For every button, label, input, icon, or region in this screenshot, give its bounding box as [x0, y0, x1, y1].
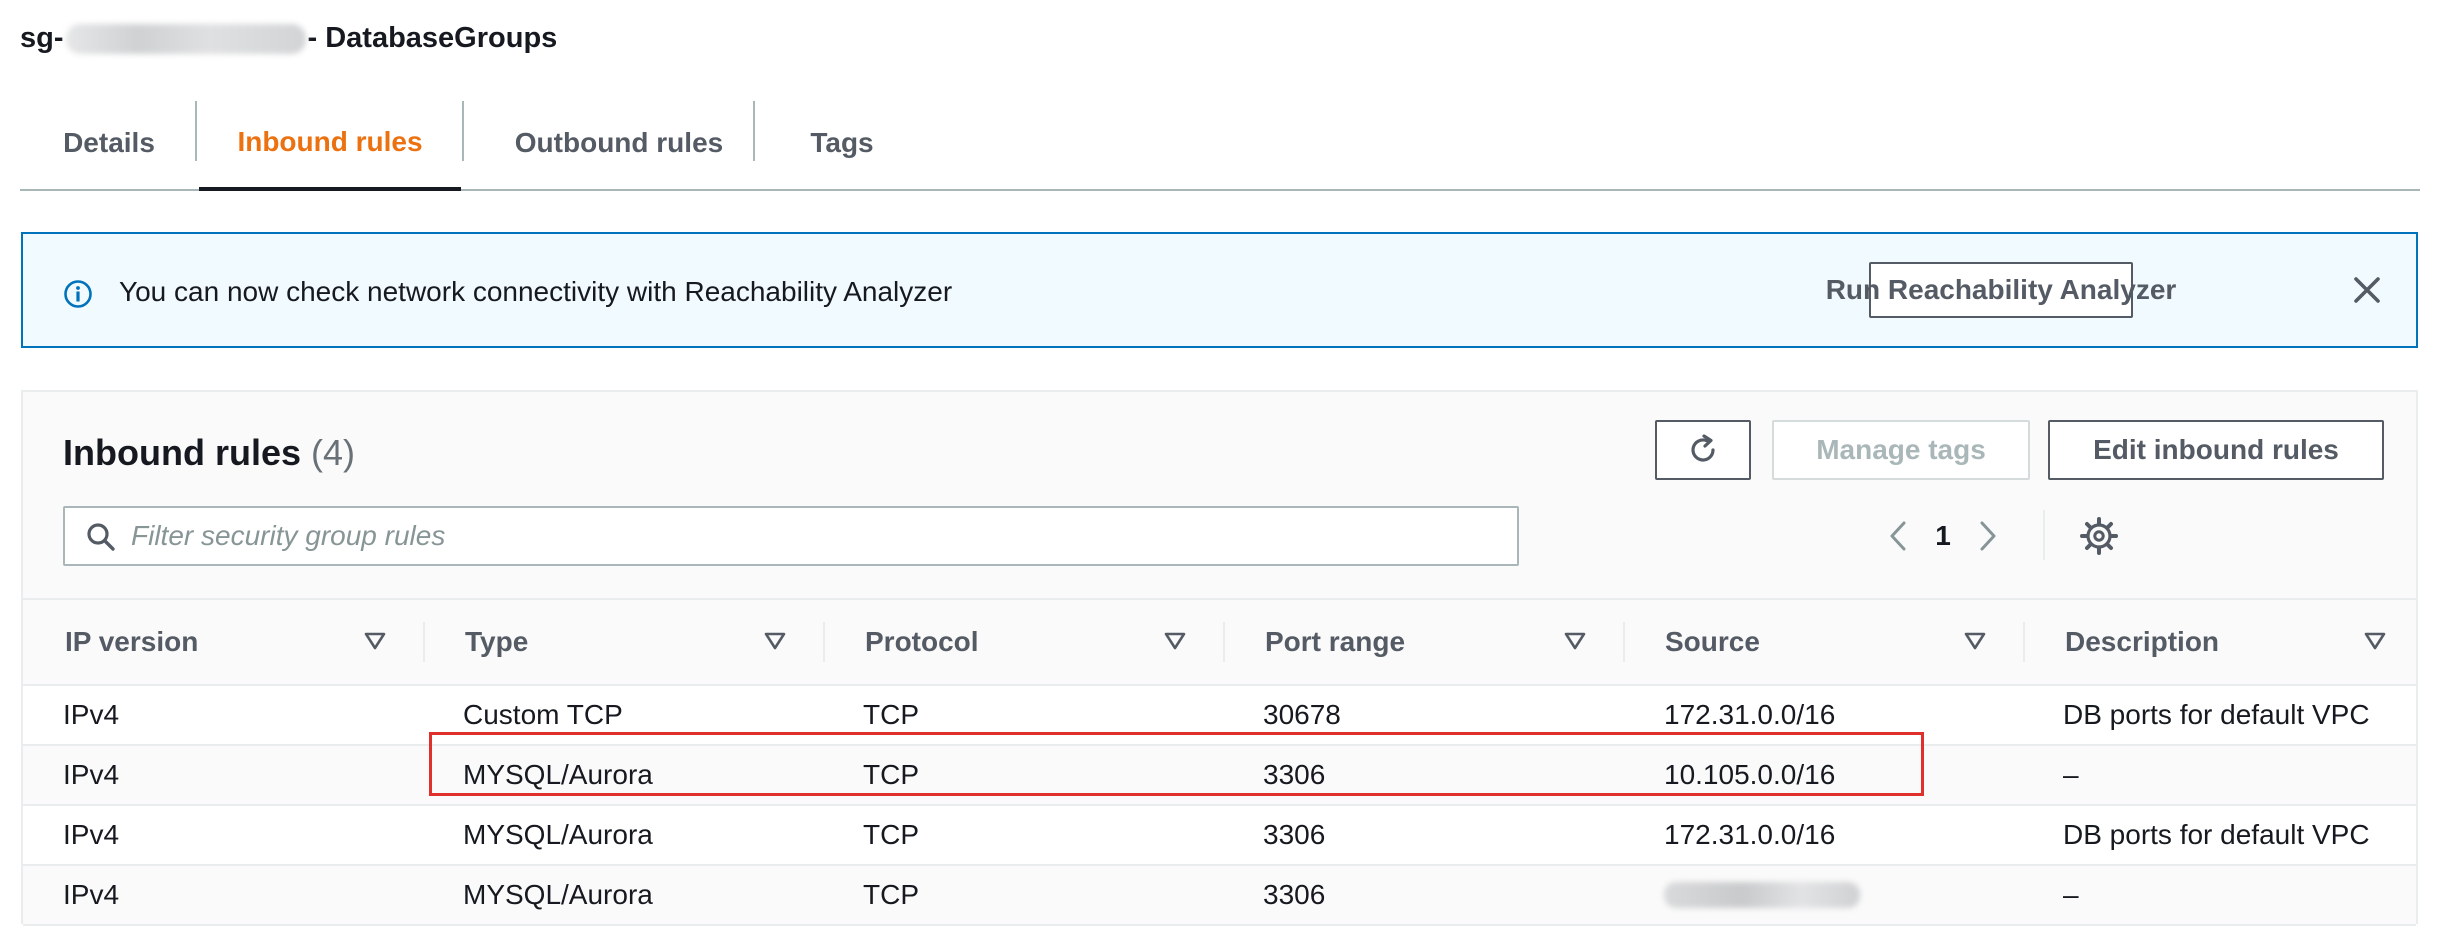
cell-description: –: [2063, 879, 2079, 910]
cell-ip-version: IPv4: [63, 819, 120, 850]
cell-description: –: [2063, 759, 2079, 790]
cell-port-range: 3306: [1263, 879, 1326, 910]
cell-ip-version: IPv4: [63, 879, 120, 910]
column-header-ip-version[interactable]: IP version: [65, 600, 198, 684]
cell-protocol: TCP: [863, 759, 919, 790]
search-icon: [87, 523, 115, 551]
tab-divider: [462, 101, 464, 161]
sort-icon[interactable]: [764, 632, 786, 650]
info-banner: You can now check network connectivity w…: [21, 232, 2418, 348]
tab-outbound-rules[interactable]: Outbound rules: [466, 97, 772, 189]
inbound-rules-table: IP version Type Protocol Port range Sour…: [23, 598, 2416, 926]
refresh-button[interactable]: [1655, 420, 1751, 480]
manage-tags-button[interactable]: Manage tags: [1772, 420, 2030, 480]
close-icon[interactable]: [2349, 272, 2385, 308]
tab-details[interactable]: Details: [20, 97, 198, 189]
sort-icon[interactable]: [2364, 632, 2386, 650]
pager-divider: [2043, 510, 2045, 560]
cell-source: 172.31.0.0/16: [1664, 699, 1836, 730]
tab-divider: [195, 101, 197, 161]
run-reachability-analyzer-button[interactable]: Run Reachability Analyzer: [1826, 262, 2176, 318]
tab-divider: [753, 101, 755, 161]
page-title: sg- - DatabaseGroups: [20, 22, 557, 55]
tab-tags[interactable]: Tags: [757, 97, 927, 189]
column-header-source[interactable]: Source: [1665, 600, 1760, 684]
next-page-icon[interactable]: [1969, 518, 2005, 554]
current-page-number[interactable]: 1: [1908, 520, 1978, 552]
tab-bar: Details Inbound rules Outbound rules Tag…: [20, 97, 2420, 191]
banner-message: You can now check network connectivity w…: [119, 276, 953, 307]
gear-icon[interactable]: [2079, 516, 2119, 556]
cell-source: 10.105.0.0/16: [1664, 759, 1836, 790]
cell-source: 172.31.0.0/16: [1664, 819, 1836, 850]
sort-icon[interactable]: [1964, 632, 1986, 650]
cell-port-range: 3306: [1263, 759, 1326, 790]
cell-port-range: 30678: [1263, 699, 1341, 730]
cell-type: MYSQL/Aurora: [463, 879, 653, 910]
info-icon: [64, 280, 92, 308]
panel-title: Inbound rules (4): [63, 432, 355, 474]
cell-ip-version: IPv4: [63, 759, 120, 790]
column-header-description[interactable]: Description: [2065, 600, 2219, 684]
refresh-icon: [1691, 434, 1715, 462]
cell-protocol: TCP: [863, 879, 919, 910]
cell-source-redacted: [1664, 866, 1860, 924]
cell-ip-version: IPv4: [63, 699, 120, 730]
cell-description: DB ports for default VPC: [2063, 819, 2370, 850]
redacted-group-id: [65, 23, 306, 54]
panel-title-text: Inbound rules: [63, 432, 301, 473]
edit-inbound-rules-button[interactable]: Edit inbound rules: [2048, 420, 2384, 480]
table-row[interactable]: IPv4 Custom TCP TCP 30678 172.31.0.0/16 …: [23, 686, 2416, 746]
column-divider: [1223, 622, 1225, 662]
cell-type: MYSQL/Aurora: [463, 819, 653, 850]
title-suffix: - DatabaseGroups: [307, 22, 558, 54]
column-divider: [423, 622, 425, 662]
column-header-protocol[interactable]: Protocol: [865, 600, 979, 684]
redacted-source: [1664, 882, 1860, 908]
column-header-port-range[interactable]: Port range: [1265, 600, 1405, 684]
filter-box: [63, 506, 1519, 566]
column-divider: [1623, 622, 1625, 662]
cell-type: Custom TCP: [463, 699, 623, 730]
column-header-type[interactable]: Type: [465, 600, 528, 684]
cell-type: MYSQL/Aurora: [463, 759, 653, 790]
sort-icon[interactable]: [1564, 632, 1586, 650]
cell-description: DB ports for default VPC: [2063, 699, 2370, 730]
inbound-rules-panel: Inbound rules (4) Manage tags Edit inbou…: [21, 390, 2418, 926]
column-divider: [823, 622, 825, 662]
column-divider: [2023, 622, 2025, 662]
table-header: IP version Type Protocol Port range Sour…: [23, 598, 2416, 686]
table-row[interactable]: IPv4 MYSQL/Aurora TCP 3306 –: [23, 866, 2416, 926]
cell-protocol: TCP: [863, 819, 919, 850]
filter-security-group-rules-input[interactable]: [131, 508, 1491, 564]
cell-port-range: 3306: [1263, 819, 1326, 850]
table-row[interactable]: IPv4 MYSQL/Aurora TCP 3306 10.105.0.0/16…: [23, 746, 2416, 806]
tab-inbound-rules[interactable]: Inbound rules: [199, 97, 461, 191]
table-row[interactable]: IPv4 MYSQL/Aurora TCP 3306 172.31.0.0/16…: [23, 806, 2416, 866]
title-prefix: sg-: [20, 22, 64, 54]
sort-icon[interactable]: [1164, 632, 1186, 650]
cell-protocol: TCP: [863, 699, 919, 730]
sort-icon[interactable]: [364, 632, 386, 650]
rules-count: (4): [311, 432, 356, 473]
